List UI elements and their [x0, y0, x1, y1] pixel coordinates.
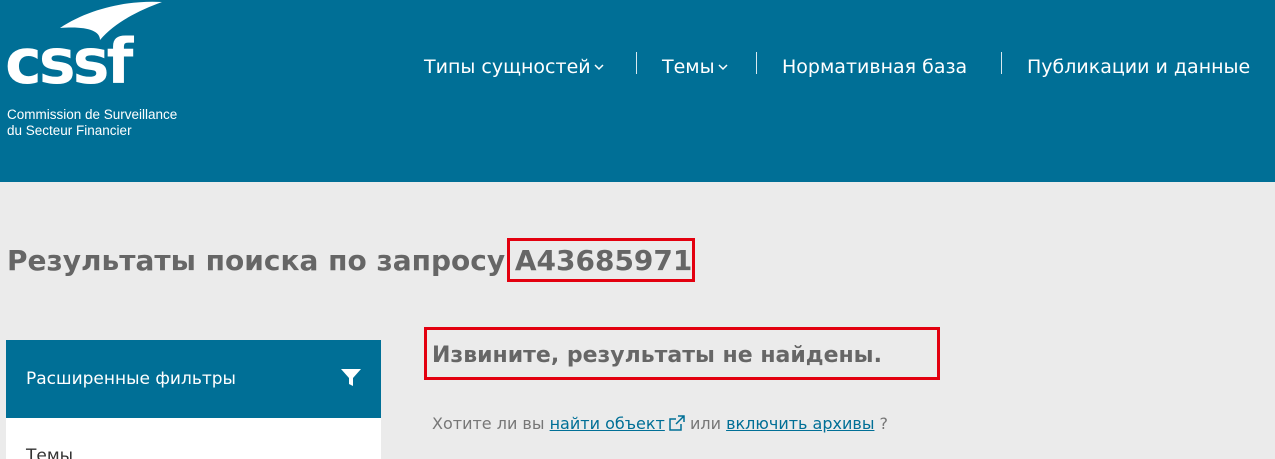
filter-icon [341, 369, 361, 386]
nav-item-label: Нормативная база [782, 56, 968, 78]
nav-item-label: Публикации и данные [1027, 56, 1251, 78]
search-title-prefix: Результаты поиска по запросу [7, 244, 506, 277]
filter-topics-label[interactable]: Темы [26, 444, 73, 459]
include-archives-link[interactable]: включить архивы [726, 414, 874, 433]
logo-subtitle: Commission de Surveillance du Secteur Fi… [7, 107, 177, 139]
chevron-down-icon [594, 64, 604, 71]
find-entity-link-label: найти объект [549, 414, 665, 433]
nav-divider [1001, 52, 1002, 74]
nav-item-label: Типы сущностей [424, 56, 591, 78]
nav-item-entity-types[interactable]: Типы сущностей [424, 52, 604, 82]
advanced-filters-label: Расширенные фильтры [26, 369, 236, 389]
logo-subtitle-line2: du Secteur Financier [7, 123, 132, 138]
site-header: cssf Commission de Surveillance du Secte… [0, 0, 1275, 182]
external-link-icon [669, 415, 685, 431]
suggest-prefix: Хотите ли вы [432, 414, 545, 433]
logo-wordmark: cssf [5, 25, 134, 98]
query-highlight-box [507, 238, 695, 282]
suggestion-text: Хотите ли вы найти объект или включить а… [432, 412, 888, 436]
nav-item-label: Темы [662, 56, 715, 78]
include-archives-link-label: включить архивы [726, 414, 875, 433]
nav-item-regulatory-framework[interactable]: Нормативная база [782, 52, 967, 82]
logo-subtitle-line1: Commission de Surveillance [7, 107, 178, 122]
nav-divider [756, 52, 757, 74]
nav-item-topics[interactable]: Темы [662, 52, 728, 82]
cssf-logo[interactable]: cssf Commission de Surveillance du Secte… [0, 0, 200, 150]
advanced-filters-toggle[interactable]: Расширенные фильтры [6, 340, 381, 418]
or-text: или [689, 414, 721, 433]
suggest-suffix: ? [879, 414, 889, 433]
chevron-down-icon [718, 64, 728, 71]
nav-divider [636, 52, 637, 74]
no-results-highlight-box [424, 327, 940, 380]
find-entity-link[interactable]: найти объект [550, 414, 665, 433]
advanced-filters-panel: Расширенные фильтры Темы [6, 340, 381, 459]
nav-item-publications[interactable]: Публикации и данные [1027, 52, 1250, 82]
